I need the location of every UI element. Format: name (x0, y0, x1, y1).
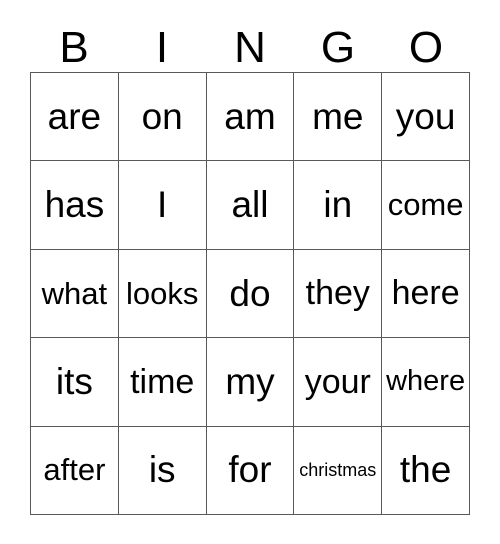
bingo-cell-word: you (395, 95, 456, 137)
bingo-cell-word: is (148, 449, 176, 491)
bingo-cell[interactable]: has (31, 161, 119, 250)
bingo-cell[interactable]: I (118, 161, 207, 250)
bingo-cell-word: come (387, 187, 464, 223)
bingo-header-letter-n: N (234, 23, 266, 72)
bingo-header-letter-i: I (155, 23, 169, 72)
bingo-cell[interactable]: do (206, 249, 295, 339)
bingo-cell[interactable]: its (31, 338, 119, 427)
bingo-cell-word: am (224, 95, 276, 137)
bingo-cell-word: all (231, 184, 269, 226)
bingo-cell[interactable]: they (294, 249, 383, 339)
bingo-cell-word: the (399, 449, 452, 491)
bingo-cell[interactable]: am (206, 73, 295, 162)
bingo-cell[interactable]: are (31, 73, 119, 162)
bingo-cell[interactable]: what (31, 249, 119, 339)
bingo-cell-word: your (304, 362, 371, 401)
bingo-cell[interactable]: looks (118, 249, 207, 339)
bingo-cell[interactable]: is (118, 426, 207, 515)
bingo-cell[interactable]: christmas (294, 426, 383, 515)
bingo-cell[interactable]: you (382, 73, 470, 162)
bingo-cell-word: do (229, 272, 271, 314)
bingo-header-letter-b: B (59, 23, 89, 72)
bingo-cell-word: where (386, 365, 466, 398)
bingo-cell-word: I (157, 184, 168, 226)
bingo-cell[interactable]: where (382, 338, 470, 427)
bingo-cell[interactable]: come (382, 161, 470, 250)
bingo-cell[interactable]: in (294, 161, 383, 250)
bingo-cell-word: here (391, 274, 460, 313)
bingo-cell-word: has (44, 184, 105, 226)
bingo-grid: are on am me you has I all in come what … (30, 72, 470, 515)
bingo-header-row: B I N G O (30, 16, 470, 72)
bingo-cell-word: for (228, 449, 272, 491)
bingo-cell-word: looks (126, 275, 199, 311)
bingo-cell[interactable]: all (206, 161, 295, 250)
bingo-cell[interactable]: on (118, 73, 207, 162)
bingo-cell-word: christmas (299, 460, 377, 481)
bingo-cell-word: on (141, 95, 183, 137)
bingo-cell-word: what (41, 275, 108, 311)
bingo-cell[interactable]: my (206, 338, 295, 427)
bingo-cell[interactable]: for (206, 426, 295, 515)
bingo-cell-word: me (312, 95, 364, 137)
bingo-cell[interactable]: after (31, 426, 119, 515)
bingo-cell-word: are (47, 95, 102, 137)
bingo-cell-word: in (323, 184, 353, 226)
bingo-header-letter-g: G (320, 23, 356, 72)
bingo-cell[interactable]: time (118, 338, 207, 427)
bingo-cell-word: its (55, 361, 93, 403)
bingo-card: B I N G O are on am me you has I all in … (0, 0, 500, 544)
bingo-cell-word: they (305, 274, 370, 313)
bingo-cell-word: after (43, 452, 106, 488)
bingo-header-letter-o: O (408, 23, 444, 72)
bingo-cell[interactable]: me (294, 73, 383, 162)
bingo-cell-word: my (225, 361, 275, 403)
bingo-cell[interactable]: here (382, 249, 470, 339)
bingo-cell[interactable]: the (382, 426, 470, 515)
bingo-cell-word: time (130, 362, 195, 401)
bingo-cell[interactable]: your (294, 338, 383, 427)
